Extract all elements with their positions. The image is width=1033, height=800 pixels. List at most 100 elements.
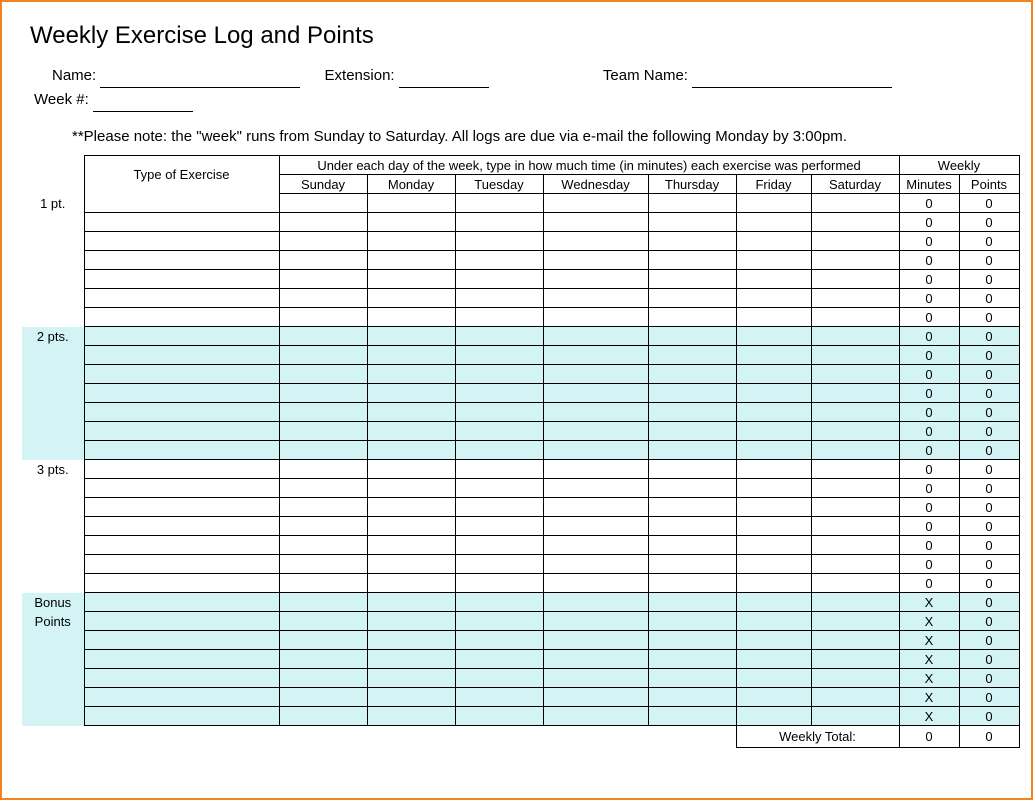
day-cell[interactable] xyxy=(279,593,367,612)
day-cell[interactable] xyxy=(279,327,367,346)
day-cell[interactable] xyxy=(543,650,648,669)
day-cell[interactable] xyxy=(279,612,367,631)
day-cell[interactable] xyxy=(811,612,899,631)
exercise-type-cell[interactable] xyxy=(84,650,279,669)
exercise-type-cell[interactable] xyxy=(84,707,279,726)
day-cell[interactable] xyxy=(279,574,367,593)
day-cell[interactable] xyxy=(279,498,367,517)
day-cell[interactable] xyxy=(811,232,899,251)
day-cell[interactable] xyxy=(648,441,736,460)
day-cell[interactable] xyxy=(811,555,899,574)
day-cell[interactable] xyxy=(648,555,736,574)
day-cell[interactable] xyxy=(279,669,367,688)
day-cell[interactable] xyxy=(811,251,899,270)
day-cell[interactable] xyxy=(648,232,736,251)
day-cell[interactable] xyxy=(455,251,543,270)
exercise-type-cell[interactable] xyxy=(84,612,279,631)
day-cell[interactable] xyxy=(367,479,455,498)
day-cell[interactable] xyxy=(279,365,367,384)
day-cell[interactable] xyxy=(736,631,811,650)
day-cell[interactable] xyxy=(543,232,648,251)
day-cell[interactable] xyxy=(736,536,811,555)
day-cell[interactable] xyxy=(455,460,543,479)
day-cell[interactable] xyxy=(543,194,648,213)
day-cell[interactable] xyxy=(648,612,736,631)
day-cell[interactable] xyxy=(811,422,899,441)
day-cell[interactable] xyxy=(648,650,736,669)
day-cell[interactable] xyxy=(811,308,899,327)
day-cell[interactable] xyxy=(543,251,648,270)
week-field[interactable] xyxy=(93,95,193,112)
day-cell[interactable] xyxy=(648,669,736,688)
day-cell[interactable] xyxy=(648,213,736,232)
day-cell[interactable] xyxy=(455,365,543,384)
day-cell[interactable] xyxy=(279,650,367,669)
day-cell[interactable] xyxy=(811,213,899,232)
day-cell[interactable] xyxy=(736,688,811,707)
exercise-type-cell[interactable] xyxy=(84,270,279,289)
day-cell[interactable] xyxy=(455,707,543,726)
day-cell[interactable] xyxy=(543,460,648,479)
day-cell[interactable] xyxy=(736,555,811,574)
day-cell[interactable] xyxy=(543,346,648,365)
name-field[interactable] xyxy=(100,71,300,88)
day-cell[interactable] xyxy=(455,593,543,612)
day-cell[interactable] xyxy=(279,232,367,251)
exercise-type-cell[interactable] xyxy=(84,422,279,441)
exercise-type-cell[interactable] xyxy=(84,460,279,479)
day-cell[interactable] xyxy=(455,536,543,555)
day-cell[interactable] xyxy=(811,460,899,479)
day-cell[interactable] xyxy=(367,498,455,517)
day-cell[interactable] xyxy=(367,517,455,536)
day-cell[interactable] xyxy=(367,270,455,289)
exercise-type-cell[interactable] xyxy=(84,536,279,555)
day-cell[interactable] xyxy=(648,688,736,707)
day-cell[interactable] xyxy=(367,631,455,650)
day-cell[interactable] xyxy=(543,479,648,498)
day-cell[interactable] xyxy=(455,384,543,403)
day-cell[interactable] xyxy=(648,707,736,726)
exercise-type-cell[interactable] xyxy=(84,346,279,365)
day-cell[interactable] xyxy=(736,422,811,441)
day-cell[interactable] xyxy=(811,479,899,498)
day-cell[interactable] xyxy=(648,422,736,441)
day-cell[interactable] xyxy=(543,536,648,555)
day-cell[interactable] xyxy=(455,669,543,688)
day-cell[interactable] xyxy=(455,289,543,308)
day-cell[interactable] xyxy=(811,688,899,707)
day-cell[interactable] xyxy=(279,213,367,232)
day-cell[interactable] xyxy=(367,707,455,726)
day-cell[interactable] xyxy=(455,422,543,441)
day-cell[interactable] xyxy=(811,498,899,517)
day-cell[interactable] xyxy=(279,422,367,441)
day-cell[interactable] xyxy=(455,403,543,422)
day-cell[interactable] xyxy=(455,517,543,536)
day-cell[interactable] xyxy=(279,517,367,536)
day-cell[interactable] xyxy=(367,422,455,441)
day-cell[interactable] xyxy=(648,346,736,365)
day-cell[interactable] xyxy=(367,365,455,384)
day-cell[interactable] xyxy=(455,479,543,498)
day-cell[interactable] xyxy=(367,460,455,479)
day-cell[interactable] xyxy=(648,631,736,650)
exercise-type-cell[interactable] xyxy=(84,441,279,460)
day-cell[interactable] xyxy=(455,232,543,251)
day-cell[interactable] xyxy=(279,441,367,460)
day-cell[interactable] xyxy=(279,384,367,403)
day-cell[interactable] xyxy=(279,308,367,327)
day-cell[interactable] xyxy=(367,650,455,669)
day-cell[interactable] xyxy=(736,384,811,403)
exercise-type-cell[interactable] xyxy=(84,593,279,612)
exercise-type-cell[interactable] xyxy=(84,631,279,650)
exercise-type-cell[interactable] xyxy=(84,498,279,517)
day-cell[interactable] xyxy=(367,213,455,232)
day-cell[interactable] xyxy=(811,707,899,726)
day-cell[interactable] xyxy=(367,194,455,213)
day-cell[interactable] xyxy=(279,555,367,574)
day-cell[interactable] xyxy=(367,612,455,631)
day-cell[interactable] xyxy=(811,574,899,593)
day-cell[interactable] xyxy=(367,669,455,688)
day-cell[interactable] xyxy=(736,441,811,460)
exercise-type-cell[interactable] xyxy=(84,688,279,707)
day-cell[interactable] xyxy=(279,194,367,213)
